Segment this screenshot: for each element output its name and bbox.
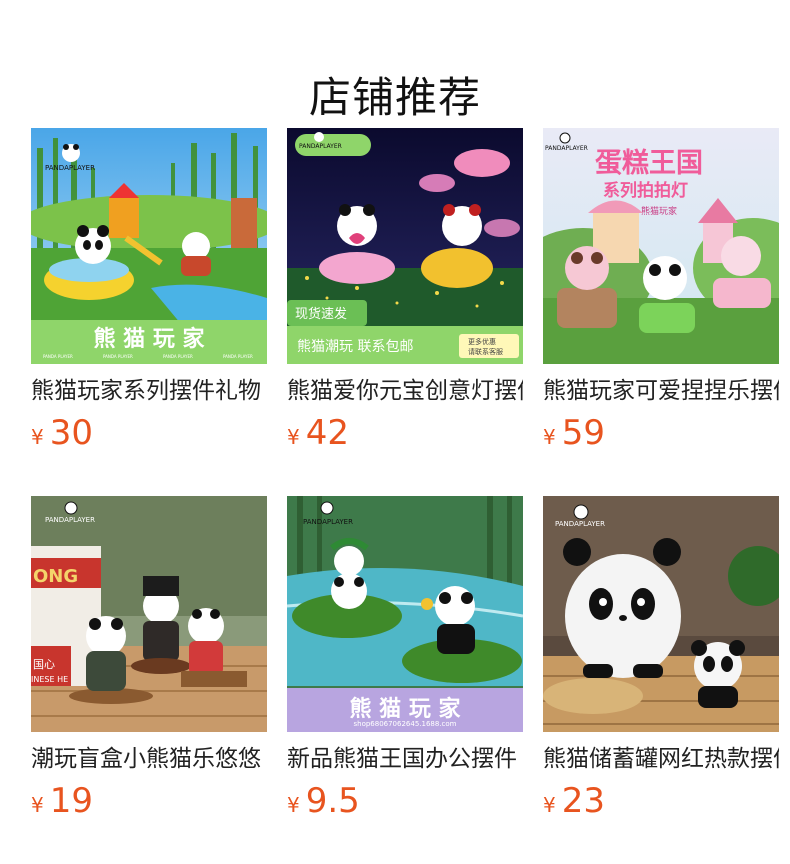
product-price: ¥42	[287, 414, 523, 458]
svg-text:PANDA PLAYER: PANDA PLAYER	[223, 354, 253, 359]
product-card[interactable]: PANDAPLAYER 熊 猫 玩 家 PANDA PLAYER PANDA P…	[31, 128, 267, 458]
price-value: 23	[561, 781, 605, 821]
product-card[interactable]: PANDAPLAYER 熊 猫 玩 家 shop68067062645.1688…	[287, 496, 523, 826]
svg-text:熊猫潮玩 联系包邮: 熊猫潮玩 联系包邮	[297, 339, 413, 355]
price-value: 30	[49, 413, 93, 453]
product-card[interactable]: PANDAPLAYER 熊猫储蓄罐网红热款摆件 ¥23	[543, 496, 779, 826]
svg-text:现货速发: 现货速发	[295, 306, 347, 322]
currency-symbol: ¥	[287, 425, 300, 449]
currency-symbol: ¥	[31, 425, 44, 449]
product-price: ¥23	[543, 782, 779, 826]
svg-text:PANDAPLAYER: PANDAPLAYER	[45, 516, 95, 524]
section-title: 店铺推荐	[308, 73, 481, 123]
product-price: ¥30	[31, 414, 267, 458]
svg-text:PANDAPLAYER: PANDAPLAYER	[545, 145, 588, 152]
product-price: ¥59	[543, 414, 779, 458]
product-name[interactable]: 熊猫玩家系列摆件礼物	[31, 376, 267, 406]
product-name[interactable]: 新品熊猫王国办公摆件	[287, 744, 523, 774]
currency-symbol: ¥	[287, 793, 300, 817]
product-image[interactable]: 蛋糕王国 系列拍拍灯 熊猫玩家 PANDAPLAYER	[543, 128, 779, 364]
price-value: 19	[49, 781, 93, 821]
product-name[interactable]: 熊猫玩家可爱捏捏乐摆件	[543, 376, 779, 406]
svg-text:PANDA PLAYER: PANDA PLAYER	[163, 354, 193, 359]
svg-text:PANDA PLAYER: PANDA PLAYER	[43, 354, 73, 359]
currency-symbol: ¥	[543, 793, 556, 817]
svg-text:蛋糕王国: 蛋糕王国	[595, 148, 703, 179]
svg-text:更多优惠: 更多优惠	[468, 337, 496, 346]
svg-text:系列拍拍灯: 系列拍拍灯	[603, 180, 688, 201]
product-card[interactable]: PANDAPLAYER 现货速发 熊猫潮玩 联系包邮 更多优惠 请联系客服 熊猫…	[287, 128, 523, 458]
svg-text:熊猫玩家: 熊猫玩家	[641, 205, 677, 217]
product-name[interactable]: 熊猫爱你元宝创意灯摆件	[287, 376, 523, 406]
svg-text:ONG: ONG	[33, 566, 78, 587]
product-image[interactable]: PANDAPLAYER 熊 猫 玩 家 PANDA PLAYER PANDA P…	[31, 128, 267, 364]
product-price: ¥9.5	[287, 782, 523, 826]
product-image[interactable]: ONG 国心 INESE HE PANDAPLAYER	[31, 496, 267, 732]
svg-text:PANDAPLAYER: PANDAPLAYER	[303, 518, 353, 526]
svg-text:PANDAPLAYER: PANDAPLAYER	[299, 143, 342, 150]
product-card[interactable]: ONG 国心 INESE HE PANDAPLAYER 潮玩盲盒小熊猫乐悠悠 ¥…	[31, 496, 267, 826]
svg-text:熊 猫 玩 家: 熊 猫 玩 家	[350, 696, 462, 722]
currency-symbol: ¥	[543, 425, 556, 449]
svg-text:请联系客服: 请联系客服	[468, 347, 503, 356]
svg-text:熊 猫 玩 家: 熊 猫 玩 家	[94, 326, 206, 352]
svg-text:INESE HE: INESE HE	[31, 675, 68, 684]
product-name[interactable]: 熊猫储蓄罐网红热款摆件	[543, 744, 779, 774]
product-name[interactable]: 潮玩盲盒小熊猫乐悠悠	[31, 744, 267, 774]
price-value: 9.5	[305, 781, 360, 821]
price-value: 42	[305, 413, 349, 453]
product-card[interactable]: 蛋糕王国 系列拍拍灯 熊猫玩家 PANDAPLAYER 熊猫玩家可爱捏捏乐摆件 …	[543, 128, 779, 458]
svg-text:PANDAPLAYER: PANDAPLAYER	[555, 520, 605, 528]
currency-symbol: ¥	[31, 793, 44, 817]
product-image[interactable]: PANDAPLAYER 熊 猫 玩 家 shop68067062645.1688…	[287, 496, 523, 732]
svg-text:shop68067062645.1688.com: shop68067062645.1688.com	[353, 720, 456, 728]
product-price: ¥19	[31, 782, 267, 826]
svg-text:PANDA PLAYER: PANDA PLAYER	[103, 354, 133, 359]
svg-text:国心: 国心	[33, 658, 55, 671]
price-value: 59	[561, 413, 605, 453]
product-image[interactable]: PANDAPLAYER	[543, 496, 779, 732]
product-image[interactable]: PANDAPLAYER 现货速发 熊猫潮玩 联系包邮 更多优惠 请联系客服	[287, 128, 523, 364]
brand-logo-text: PANDAPLAYER	[45, 164, 95, 172]
